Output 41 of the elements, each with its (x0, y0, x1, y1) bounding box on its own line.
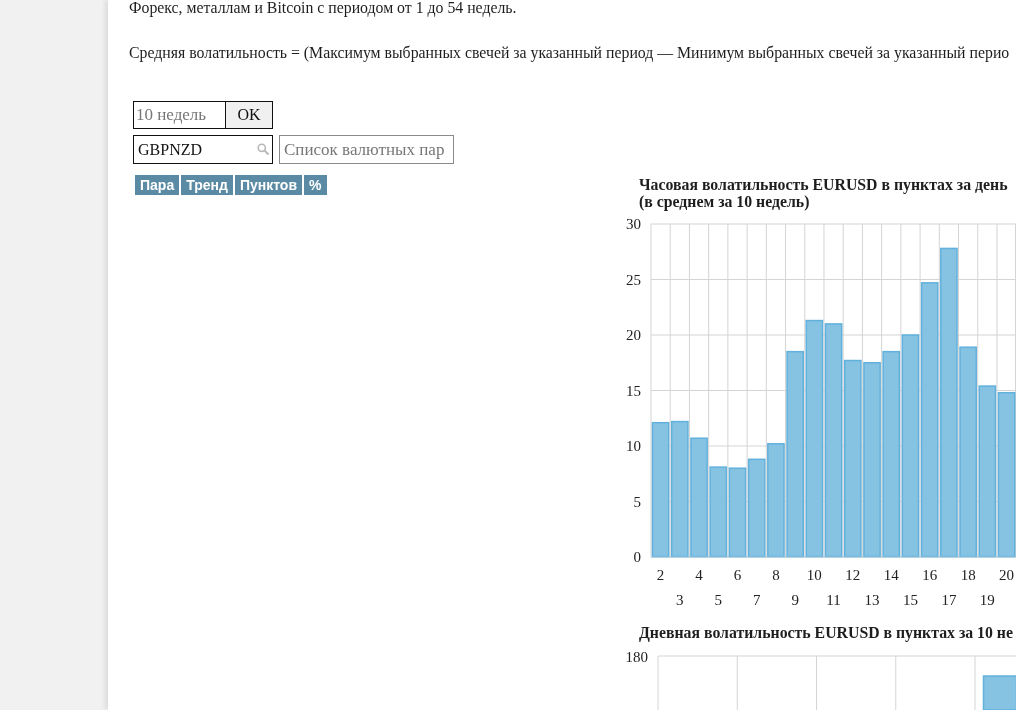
axis-label: 30 (626, 216, 641, 232)
axis-label: 10 (806, 567, 822, 583)
axis-label: 6 (733, 567, 742, 583)
axis-label: 20 (626, 327, 641, 343)
axis-label: 7 (752, 592, 761, 608)
axis-label: 15 (902, 592, 918, 608)
axis-label: 11 (826, 592, 841, 608)
axis-label: 18 (960, 567, 976, 583)
column-header: Пара (135, 175, 180, 195)
column-header: Пунктов (234, 175, 303, 195)
axis-label: 3 (676, 592, 684, 608)
weeks-field[interactable]: 10 недель (133, 101, 225, 129)
axis-label: 14 (883, 567, 899, 583)
axis-label: 16 (922, 567, 938, 583)
axis-label: 5 (714, 592, 722, 608)
axis-label: 8 (772, 567, 780, 583)
axis-label: 5 (633, 493, 641, 510)
chart-title: Дневная волатильность EURUSD в пунктах за 10 не (638, 624, 1014, 641)
axis-label: 15 (626, 382, 641, 399)
axis-label: 0 (633, 549, 641, 565)
axis-label: 20 (999, 567, 1015, 583)
axis-label: 9 (791, 592, 799, 608)
axis-label: 10 (626, 438, 641, 454)
formula-text: Средняя волатильность = (Максимум выбранных свечей за указанный период — Минимум выбранных свечей за указанный перио (129, 44, 1011, 61)
axis-label: 13 (864, 592, 880, 608)
axis-label: 17 (941, 592, 957, 608)
axis-label: 19 (979, 592, 995, 608)
pair-list-field[interactable]: Список валютных пар (279, 135, 454, 164)
ok-button[interactable]: OK (225, 101, 273, 129)
axis-label: 4 (695, 567, 703, 583)
axis-label: 2 (656, 567, 665, 583)
axis-label: 25 (626, 271, 641, 288)
search-field[interactable]: GBPNZD (133, 135, 273, 164)
search-icon (257, 143, 269, 155)
column-header: Тренд (181, 175, 233, 195)
axis-label: 180 (625, 649, 648, 665)
column-header: % (304, 175, 327, 195)
chart-subtitle: (в среднем за 10 недель) (638, 193, 811, 210)
chart-title: Часовая волатильность EURUSD в пунктах за день (638, 176, 1009, 193)
description-text: Форекс, металлам и Bitcoin с периодом от 1 до 54 недель. (129, 0, 518, 16)
axis-label: 12 (845, 567, 861, 583)
